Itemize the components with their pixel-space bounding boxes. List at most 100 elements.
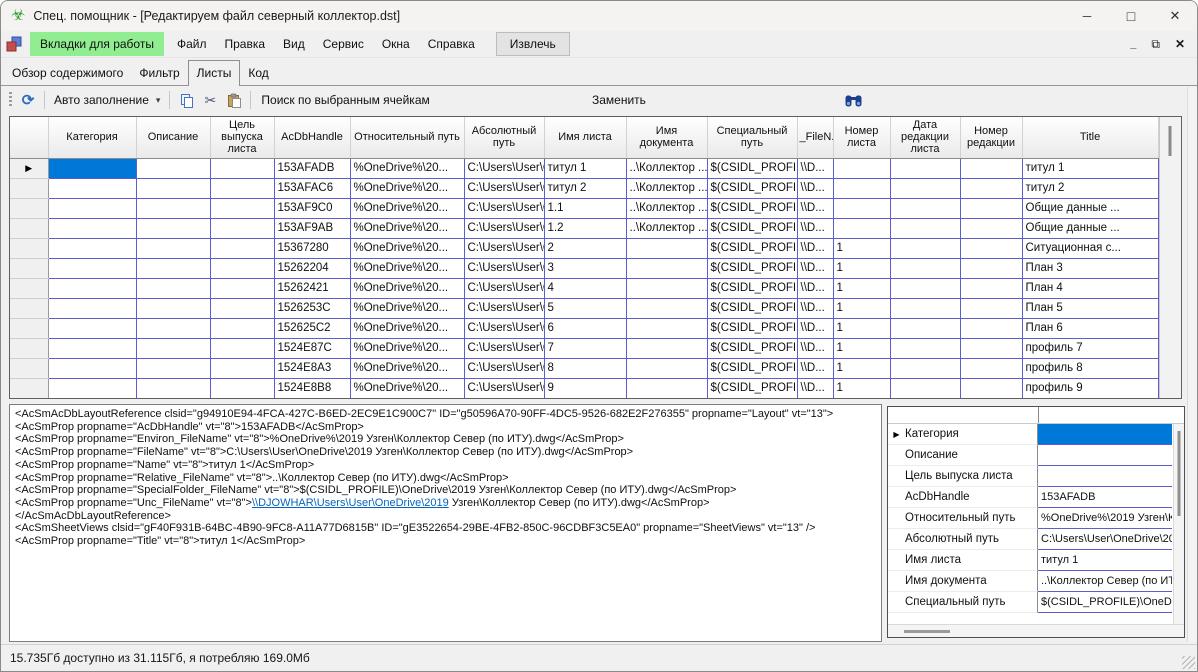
grid-cell[interactable]: %OneDrive%\20... (350, 278, 464, 298)
column-header[interactable]: Title (1022, 117, 1158, 158)
grid-cell[interactable] (136, 358, 210, 378)
grid-cell[interactable]: C:\Users\User\O... (464, 338, 544, 358)
grid-cell[interactable]: %OneDrive%\20... (350, 298, 464, 318)
record-field-value[interactable]: титул 1 (1038, 550, 1172, 571)
menu-service[interactable]: Сервис (314, 33, 373, 55)
grid-cell[interactable]: 1524E87C (274, 338, 350, 358)
grid-cell[interactable] (890, 198, 960, 218)
tab-code[interactable]: Код (240, 62, 276, 85)
grid-cell[interactable] (210, 358, 274, 378)
grid-cell[interactable]: \\D... (797, 218, 833, 238)
grid-cell[interactable]: $(CSIDL_PROFI... (707, 278, 797, 298)
grid-cell[interactable]: \\D... (797, 238, 833, 258)
grid-cell[interactable]: C:\Users\User\O... (464, 258, 544, 278)
grid-scrollbar-thumb[interactable] (1169, 126, 1172, 156)
grid-cell[interactable] (833, 178, 890, 198)
grid-cell[interactable]: 15367280 (274, 238, 350, 258)
grid-cell[interactable]: профиль 8 (1022, 358, 1158, 378)
row-header[interactable] (10, 358, 48, 378)
grid-cell[interactable]: 1524E8A3 (274, 358, 350, 378)
grid-cell[interactable] (136, 198, 210, 218)
grid-cell[interactable] (960, 378, 1022, 398)
grid-cell[interactable] (48, 158, 136, 178)
toolbar-grip[interactable] (9, 92, 12, 108)
grid-cell[interactable] (626, 278, 707, 298)
grid-cell[interactable]: 1 (833, 238, 890, 258)
grid-cell[interactable] (960, 198, 1022, 218)
grid-cell[interactable]: План 6 (1022, 318, 1158, 338)
grid-cell[interactable]: \\D... (797, 358, 833, 378)
grid-cell[interactable]: $(CSIDL_PROFI... (707, 298, 797, 318)
row-header[interactable] (10, 218, 48, 238)
grid-cell[interactable]: %OneDrive%\20... (350, 158, 464, 178)
record-horizontal-scrollbar[interactable] (888, 624, 1184, 637)
grid-cell[interactable] (890, 158, 960, 178)
grid-cell[interactable]: %OneDrive%\20... (350, 178, 464, 198)
menu-view[interactable]: Вид (274, 33, 314, 55)
grid-cell[interactable] (960, 278, 1022, 298)
record-vscrollbar-thumb[interactable] (1178, 431, 1181, 516)
grid-cell[interactable]: %OneDrive%\20... (350, 198, 464, 218)
grid-cell[interactable]: План 5 (1022, 298, 1158, 318)
grid-cell[interactable]: титул 1 (1022, 158, 1158, 178)
record-field-value[interactable]: ..\Коллектор Север (по ИТУ). (1038, 571, 1172, 592)
grid-cell[interactable] (210, 238, 274, 258)
grid-cell[interactable] (136, 178, 210, 198)
column-header[interactable]: Имя документа (626, 117, 707, 158)
paste-button[interactable] (222, 89, 246, 111)
grid-cell[interactable] (960, 238, 1022, 258)
grid-cell[interactable]: $(CSIDL_PROFI... (707, 258, 797, 278)
grid-cell[interactable]: План 3 (1022, 258, 1158, 278)
grid-cell[interactable]: 8 (544, 358, 626, 378)
grid-cell[interactable]: 1 (833, 378, 890, 398)
maximize-button[interactable]: □ (1109, 1, 1153, 31)
grid-cell[interactable]: \\D... (797, 278, 833, 298)
grid-cell[interactable] (48, 238, 136, 258)
row-header[interactable] (10, 178, 48, 198)
minimize-button[interactable]: ─ (1065, 1, 1109, 31)
grid-cell[interactable]: 1526253C (274, 298, 350, 318)
grid-cell[interactable]: титул 2 (1022, 178, 1158, 198)
grid-cell[interactable] (960, 178, 1022, 198)
grid-cell[interactable]: %OneDrive%\20... (350, 378, 464, 398)
grid-cell[interactable]: C:\Users\User\O... (464, 158, 544, 178)
grid-cell[interactable]: \\D... (797, 338, 833, 358)
replace-button[interactable]: Заменить (586, 93, 652, 107)
grid-cell[interactable] (960, 158, 1022, 178)
menu-help[interactable]: Справка (419, 33, 484, 55)
tab-filter[interactable]: Фильтр (131, 62, 187, 85)
close-button[interactable]: ✕ (1153, 1, 1197, 31)
grid-cell[interactable] (626, 298, 707, 318)
grid-cell[interactable]: \\D... (797, 378, 833, 398)
grid-cell[interactable]: Общие данные ... (1022, 218, 1158, 238)
grid-cell[interactable] (210, 158, 274, 178)
grid-cell[interactable]: 1 (833, 298, 890, 318)
column-header[interactable]: AcDbHandle (274, 117, 350, 158)
grid-cell[interactable]: 15262204 (274, 258, 350, 278)
grid-cell[interactable]: %OneDrive%\20... (350, 258, 464, 278)
grid-cell[interactable] (833, 198, 890, 218)
grid-cell[interactable] (136, 258, 210, 278)
grid-cell[interactable] (210, 298, 274, 318)
grid-cell[interactable]: 9 (544, 378, 626, 398)
grid-cell[interactable]: 4 (544, 278, 626, 298)
grid-cell[interactable]: 1 (833, 278, 890, 298)
record-field-value[interactable] (1038, 445, 1172, 466)
grid-cell[interactable] (626, 378, 707, 398)
column-header[interactable]: Номер листа (833, 117, 890, 158)
grid-cell[interactable]: C:\Users\User\O... (464, 358, 544, 378)
record-field-value[interactable] (1038, 424, 1172, 445)
tab-content-overview[interactable]: Обзор содержимого (4, 62, 131, 85)
grid-cell[interactable]: 3 (544, 258, 626, 278)
tab-sheets[interactable]: Листы (188, 60, 241, 86)
grid-cell[interactable]: $(CSIDL_PROFI... (707, 378, 797, 398)
grid-cell[interactable] (960, 218, 1022, 238)
grid-cell[interactable]: 153AF9AB (274, 218, 350, 238)
grid-cell[interactable]: 2 (544, 238, 626, 258)
grid-cell[interactable]: $(CSIDL_PROFI... (707, 198, 797, 218)
grid-cell[interactable]: $(CSIDL_PROFI... (707, 318, 797, 338)
grid-cell[interactable]: \\D... (797, 158, 833, 178)
grid-cell[interactable] (136, 318, 210, 338)
grid-cell[interactable]: План 4 (1022, 278, 1158, 298)
grid-cell[interactable] (626, 258, 707, 278)
